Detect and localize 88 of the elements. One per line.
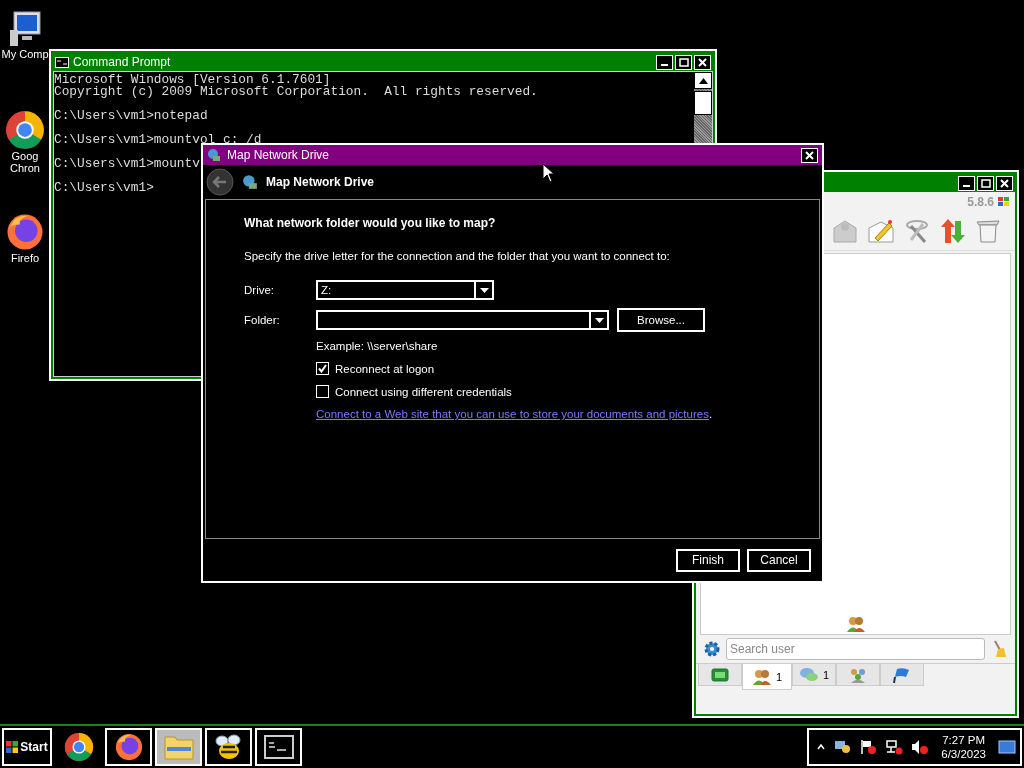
windows-logo-icon [997,196,1011,208]
dialog-heading: What network folder would you like to map? [244,216,497,230]
tab[interactable]: 1 [742,664,792,690]
console-line: Microsoft Windows [Version 6.1.7601] [54,74,331,86]
flag-icon [893,666,911,683]
console-line: C:\Users\vm1>mountv [54,158,200,170]
firefox-icon [5,212,45,252]
icon-label: Goog [11,150,39,162]
instruction-text: Specify the drive letter for the connection and the folder that you want to connect to: [244,250,671,262]
checkbox[interactable] [316,385,329,398]
console-line: C:\Users\vm1>notepad [54,110,208,122]
close-button[interactable] [801,147,818,163]
maximize-button[interactable] [977,175,994,191]
folder-icon [162,733,195,761]
caret-icon [479,287,489,293]
up-down-arrows-icon[interactable] [939,217,967,245]
gear-icon[interactable] [704,641,720,657]
computer-icon [8,10,42,48]
tools-icon[interactable] [903,218,931,244]
field-label: Folder: [244,314,281,326]
trash-bin-icon[interactable] [975,218,1001,244]
clock-time[interactable]: 7:27 PM [942,733,986,747]
search-field[interactable]: Search user [726,638,985,660]
web-site-link[interactable]: Connect to a Web site that you can use to store your documents and pictures [316,408,709,420]
broom-icon[interactable] [991,640,1007,658]
tab[interactable] [880,664,924,686]
caret-icon[interactable] [817,744,826,750]
network-drive-icon [207,148,221,162]
icon-label: Firefo [10,252,40,264]
field-label: Drive: [244,284,276,296]
console-line: C:\Users\vm1>mountvol c: /d [54,134,262,146]
example-text: Example: \\server\share [316,340,439,352]
checkbox[interactable] [316,362,329,375]
maximize-icon [980,178,991,188]
close-icon [805,150,814,160]
minimize-icon [963,185,970,187]
network-drive-icon [242,174,258,190]
console-line: Copyright (c) 2009 Microsoft Corporation. All rights reserved. [54,86,538,98]
window-title: Map Network Drive [227,148,331,162]
close-icon [698,57,707,67]
scrollbar-thumb[interactable] [694,91,712,115]
checkbox-label: Connect using different credentials [335,385,512,398]
icon-label: Chron [10,162,40,174]
chat-bubbles-icon [798,666,819,683]
close-icon [1000,178,1009,188]
console-line: C:\Users\vm1> [54,182,154,194]
tab[interactable]: 1 [792,664,836,686]
drive-dropdown[interactable]: Z: [316,280,494,300]
network-icon[interactable] [833,739,852,755]
version-label: 5.8.6 [967,195,994,209]
link-sentence: Connect to a Web site that you can use to store your documents and pictures. [316,408,714,420]
icon-label: My Comp [1,48,49,60]
pencil-envelope-icon[interactable] [867,218,895,244]
chrome-icon [5,110,45,150]
windows-logo-icon [6,741,19,753]
maximize-button[interactable] [675,54,692,70]
maximize-icon [678,57,689,67]
minimize-button[interactable] [656,54,673,70]
cancel-button[interactable]: Cancel [747,548,811,572]
monitor-icon [711,667,729,682]
chrome-icon [63,732,94,762]
console-icon [263,735,294,759]
minimize-button[interactable] [958,175,975,191]
tab[interactable] [698,664,742,686]
firefox-icon [113,732,144,762]
finish-button[interactable]: Finish [676,548,740,572]
start-button[interactable]: Start [2,728,52,766]
up-arrow-icon [698,77,708,84]
console-icon [55,56,69,68]
back-button[interactable] [206,168,234,196]
group-icon [848,666,868,683]
checkbox-label: Reconnect at logon [335,362,435,375]
clock-date[interactable]: 6/3/2023 [941,747,986,761]
people-icon [751,668,772,685]
scroll-up-button[interactable] [694,72,712,89]
network-error-icon[interactable] [885,739,904,755]
folder-dropdown[interactable] [316,310,609,330]
flag-error-icon[interactable] [859,739,878,755]
people-icon [845,616,866,632]
close-button[interactable] [694,54,711,70]
window-title: Command Prompt [73,55,172,69]
caret-icon [594,317,604,323]
cursor-icon [542,163,556,183]
close-button[interactable] [996,175,1013,191]
browse-button[interactable]: Browse... [617,308,705,332]
dialog-header: Map Network Drive [266,175,375,189]
minimize-icon [661,64,668,66]
speaker-muted-icon[interactable] [911,739,930,755]
